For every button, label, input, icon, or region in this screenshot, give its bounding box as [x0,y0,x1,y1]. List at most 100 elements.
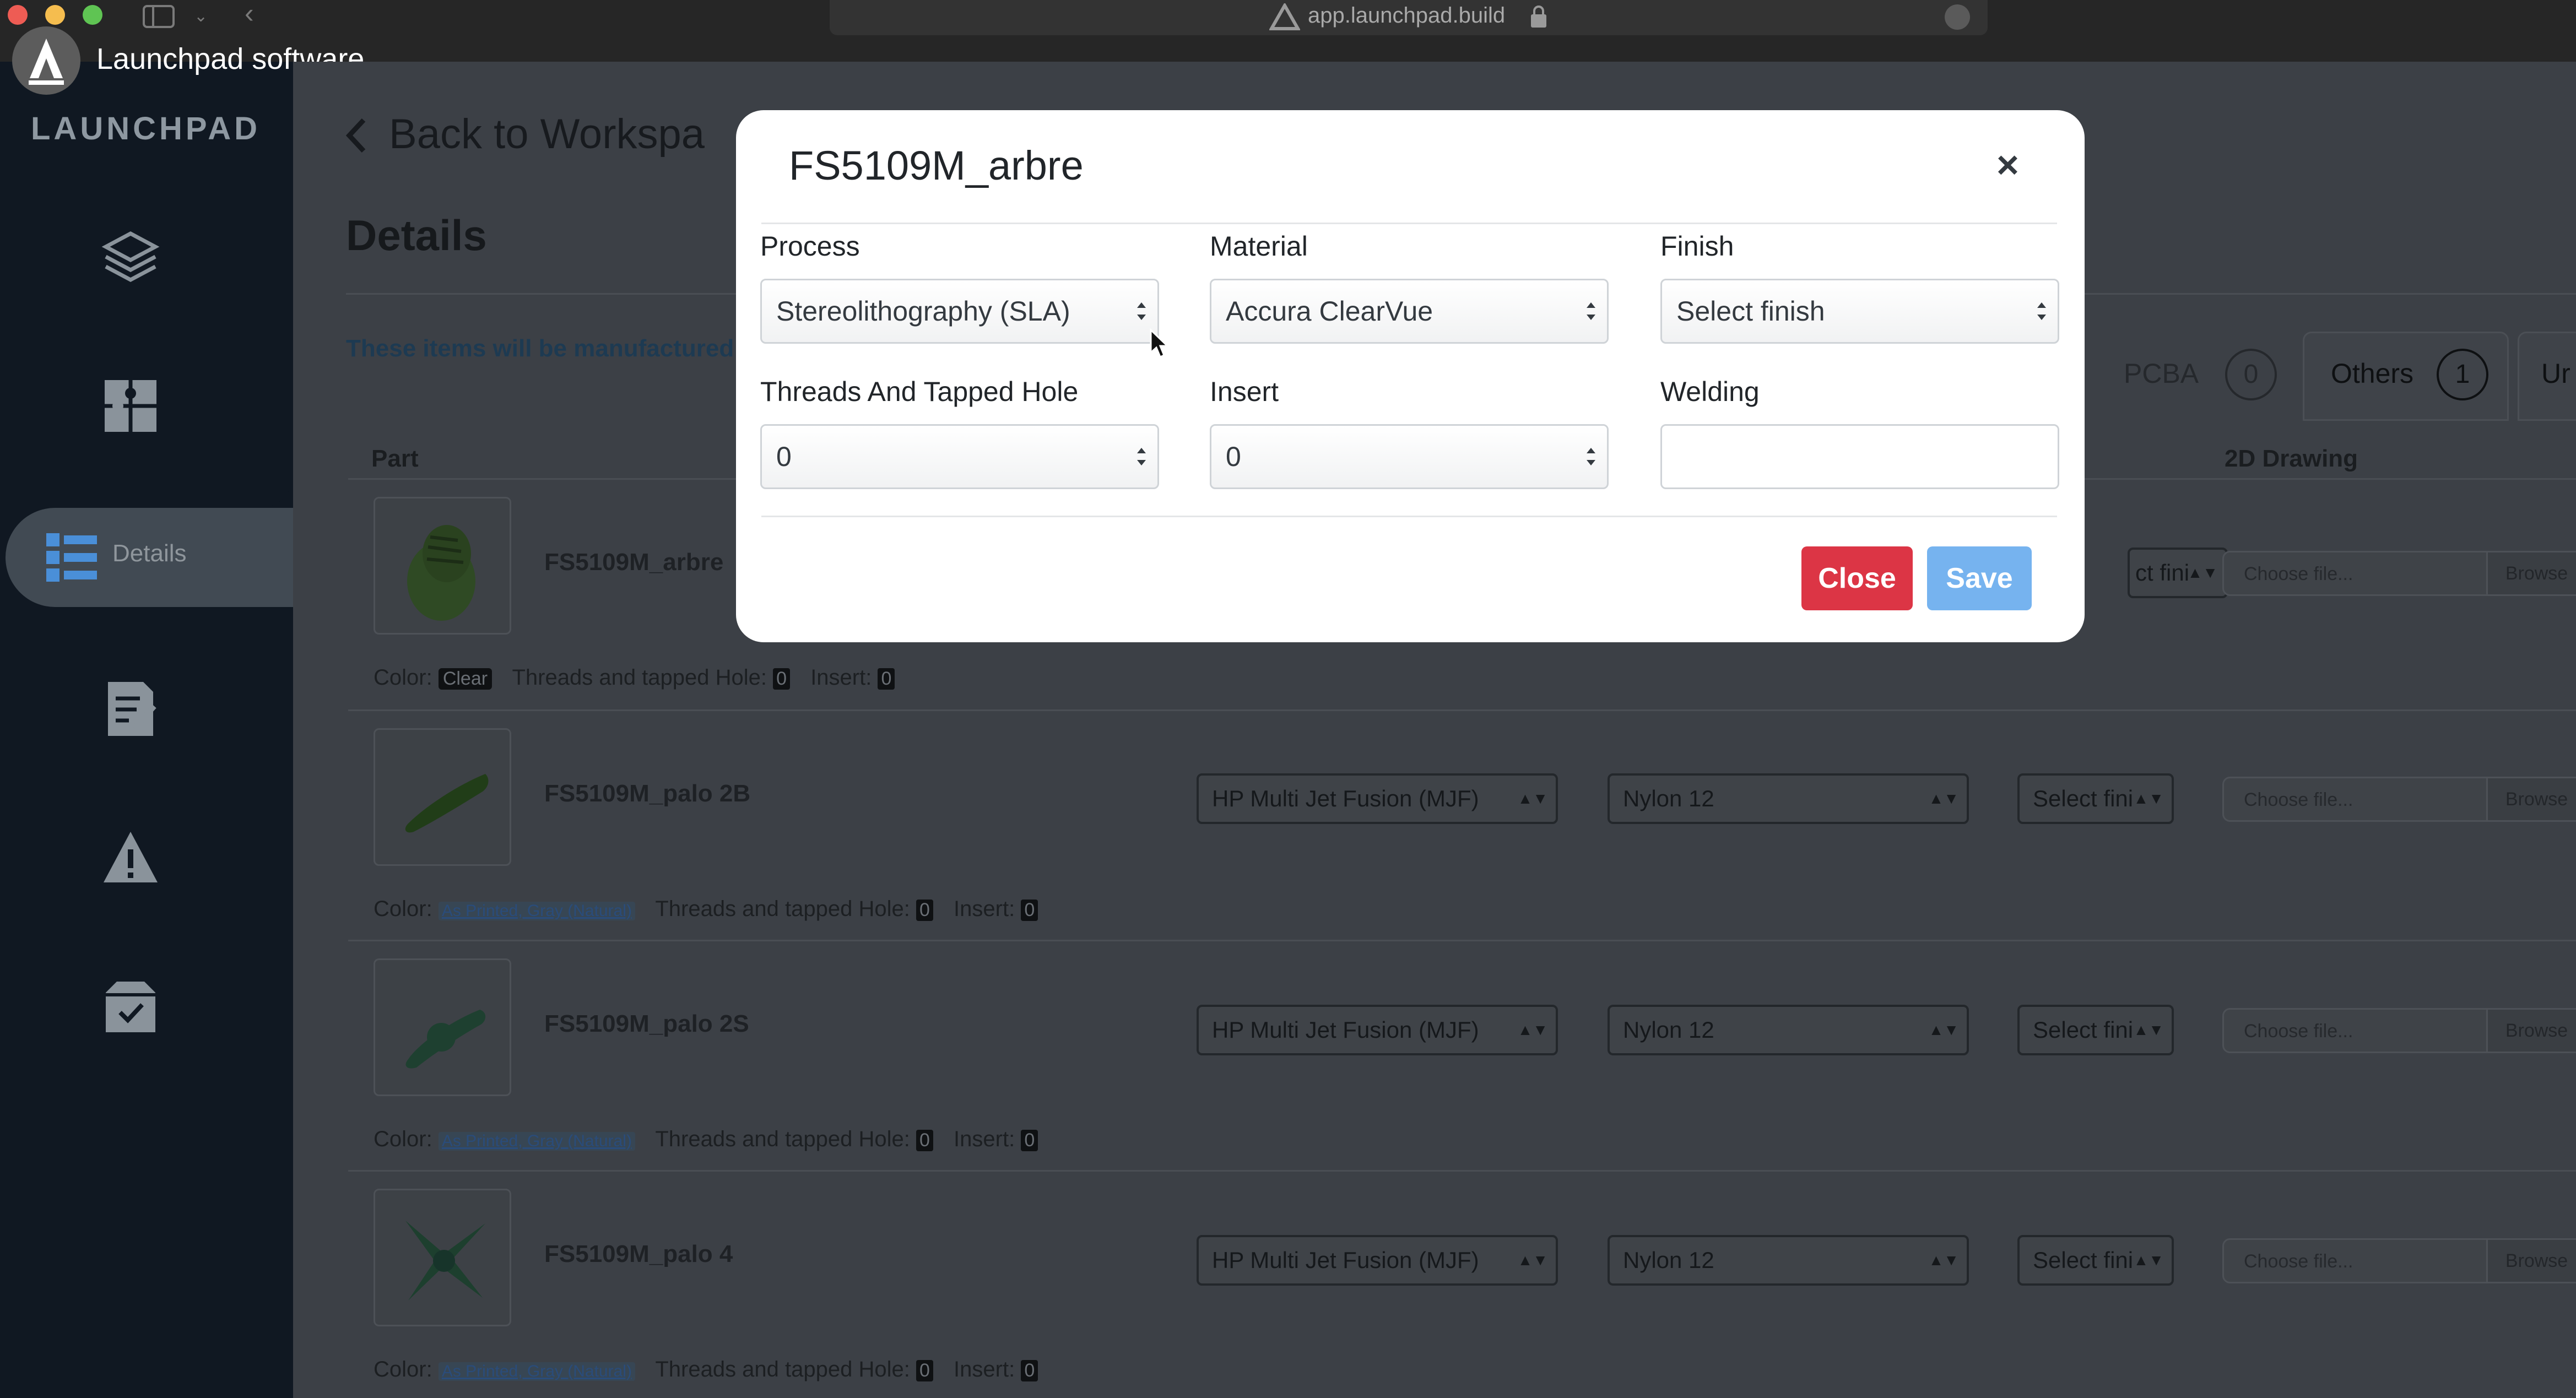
launchpad-a-icon [29,39,64,85]
insert-label: Insert [1210,376,1279,407]
part-thumbnail[interactable] [374,497,511,635]
material-label: Material [1210,231,1308,262]
back-arrow-icon[interactable]: ‹ [245,0,254,27]
modal-header-divider [761,223,2057,224]
manufacture-note: These items will be manufactured [346,335,734,362]
close-icon[interactable]: × [1996,145,2019,184]
material-select[interactable]: Nylon 12 ▲▼ [1608,773,1969,824]
mouse-cursor-icon [1150,328,1169,358]
box-check-icon[interactable] [100,976,161,1037]
insert-select[interactable]: 0 [1210,424,1609,489]
select-arrows-icon: ▲▼ [1928,1251,1959,1269]
layers-icon[interactable] [100,227,161,288]
process-select[interactable]: Stereolithography (SLA) [760,279,1159,344]
part-3d-preview [407,525,475,621]
part-name[interactable]: FS5109M_palo 4 [544,1240,733,1268]
select-arrows-icon: ▲▼ [2133,790,2164,807]
select-arrows-icon: ▲▼ [1517,1251,1548,1269]
drawing-file-input[interactable]: Choose file... Browse [2222,551,2576,596]
browse-button[interactable]: Browse [2486,1240,2576,1282]
select-arrows-icon: ▲▼ [1517,1021,1548,1038]
select-arrows-icon [1137,302,1146,320]
process-select[interactable]: HP Multi Jet Fusion (MJF) ▲▼ [1197,1235,1558,1286]
back-to-workspace-link[interactable]: Back to Workspa [389,110,705,158]
select-arrows-icon: ▲▼ [1928,790,1959,807]
finish-select[interactable]: Select fini ▲▼ [2017,1235,2174,1286]
welding-input[interactable] [1660,424,2059,489]
process-select[interactable]: HP Multi Jet Fusion (MJF) ▲▼ [1197,773,1558,824]
tab-unknown[interactable]: Ur [2518,332,2576,421]
table-row: FS5109M_palo 4 Color: As Printed, Gray (… [348,1170,2576,1398]
checklist-icon[interactable] [100,679,161,739]
minimize-window-button[interactable] [45,5,65,25]
material-select[interactable]: Nylon 12 ▲▼ [1608,1005,1969,1055]
part-meta: Color: As Printed, Gray (Natural) Thread… [374,1357,1052,1382]
material-select[interactable]: Nylon 12 ▲▼ [1608,1235,1969,1286]
select-arrows-icon: ▲▼ [1517,790,1548,807]
warning-icon[interactable] [100,827,161,888]
list-icon [46,533,97,582]
column-header-part: Part [371,445,419,472]
close-button[interactable]: Close [1801,546,1913,610]
sidebar-item-label: Details [112,540,187,567]
finish-label: Finish [1660,231,1734,262]
material-select[interactable]: Accura ClearVue [1210,279,1609,344]
table-row: FS5109M_palo 2B Color: As Printed, Gray … [348,709,2576,941]
drawing-file-input[interactable]: Choose file... Browse [2222,1008,2576,1053]
color-link[interactable]: As Printed, Gray (Natural) [438,1132,635,1151]
part-name[interactable]: FS5109M_palo 2S [544,1010,749,1038]
insert-count-badge: 0 [1021,1360,1038,1381]
insert-count-badge: 0 [1021,900,1038,921]
finish-select[interactable]: Select fini ▲▼ [2017,773,2174,824]
threads-count-badge: 0 [916,900,933,921]
lock-icon [1531,6,1546,28]
launchpad-logo[interactable]: LAUNCHPAD [31,110,261,147]
browser-toolbar: ⌄ ‹ app.launchpad.build [0,0,2576,62]
process-label: Process [760,231,860,262]
color-link[interactable]: As Printed, Gray (Natural) [438,902,635,920]
browse-button[interactable]: Browse [2486,552,2576,594]
sidebar-item-details[interactable]: Details [6,508,293,607]
table-row: FS5109M_palo 2S Color: As Printed, Gray … [348,940,2576,1171]
chevron-down-icon[interactable]: ⌄ [194,6,208,28]
part-thumbnail[interactable] [374,958,511,1096]
finish-select[interactable]: Select fini ▲▼ [2017,1005,2174,1055]
color-link[interactable]: As Printed, Gray (Natural) [438,1362,635,1381]
tab-pcba[interactable]: PCBA 0 [2091,332,2301,421]
finish-select[interactable]: ct fini ▲▼ [2128,548,2228,598]
address-bar[interactable]: app.launchpad.build [830,0,1988,35]
chevron-left-icon[interactable] [345,118,367,153]
threads-select[interactable]: 0 [760,424,1159,489]
finish-select[interactable]: Select finish [1660,279,2059,344]
part-name[interactable]: FS5109M_arbre [544,549,723,576]
part-thumbnail[interactable] [374,1189,511,1326]
sidebar-curve [0,446,293,508]
drawing-file-input[interactable]: Choose file... Browse [2222,1238,2576,1283]
save-button[interactable]: Save [1927,546,2032,610]
sidebar-toggle-icon[interactable] [142,4,175,32]
part-3d-preview [405,774,489,833]
part-meta: Color: Clear Threads and tapped Hole: 0 … [374,665,909,690]
threads-label: Threads And Tapped Hole [760,376,1079,407]
process-select[interactable]: HP Multi Jet Fusion (MJF) ▲▼ [1197,1005,1558,1055]
select-arrows-icon: ▲▼ [1928,1021,1959,1038]
tab-count-badge: 1 [2437,349,2488,400]
part-name[interactable]: FS5109M_palo 2B [544,780,750,808]
select-arrows-icon: ▲▼ [2133,1021,2164,1038]
tab-count-badge: 0 [2225,349,2277,400]
part-3d-preview [405,1010,486,1069]
channel-avatar[interactable] [12,26,80,95]
drawing-file-input[interactable]: Choose file... Browse [2222,777,2576,822]
puzzle-icon[interactable] [100,376,161,436]
url-text: app.launchpad.build [1308,3,1506,28]
welding-label: Welding [1660,376,1760,407]
modal-footer-divider [761,516,2057,517]
more-options-icon[interactable] [1945,4,1970,30]
part-meta: Color: As Printed, Gray (Natural) Thread… [374,897,1052,922]
tab-others[interactable]: Others 1 [2303,332,2509,421]
close-window-button[interactable] [8,5,28,25]
browse-button[interactable]: Browse [2486,778,2576,820]
browse-button[interactable]: Browse [2486,1010,2576,1052]
part-thumbnail[interactable] [374,728,511,866]
zoom-window-button[interactable] [83,5,102,25]
